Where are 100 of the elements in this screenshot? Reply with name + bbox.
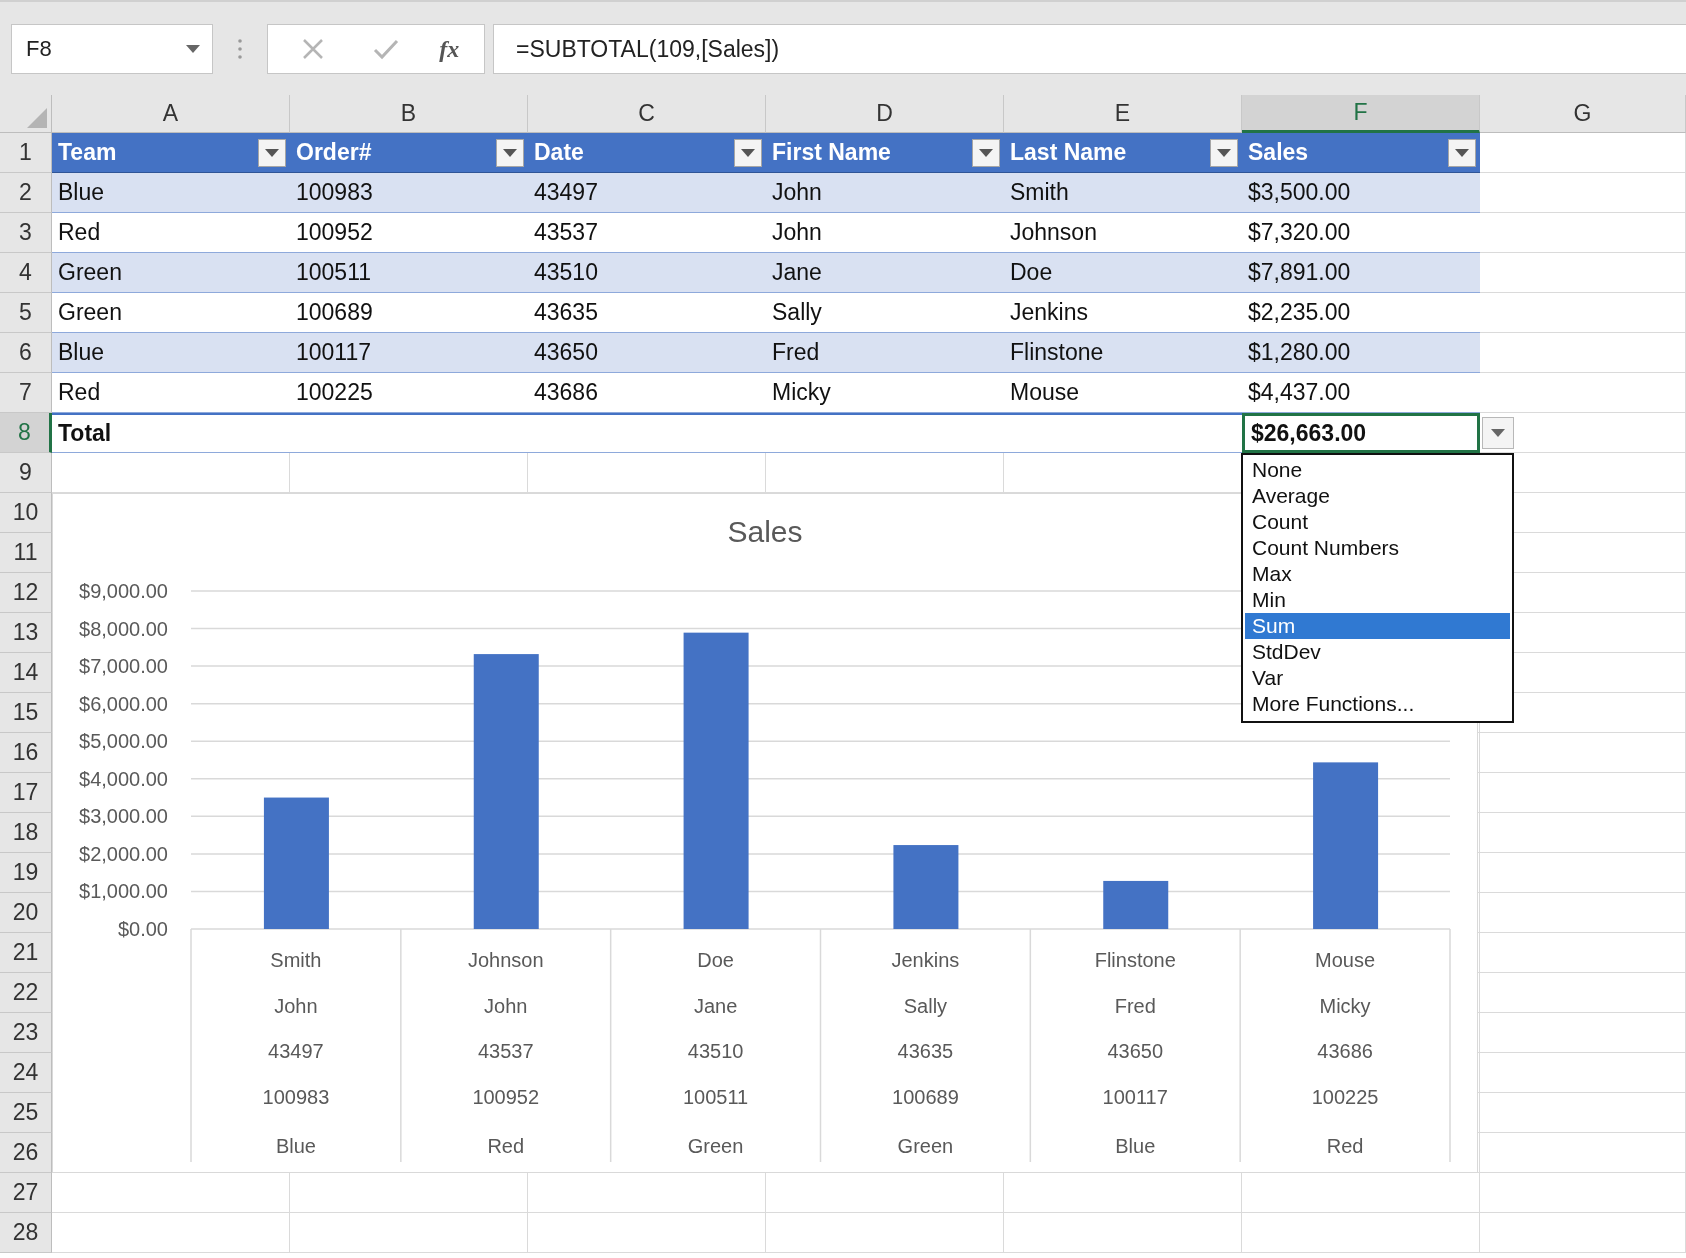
total-label: Total [58, 420, 112, 447]
column-header[interactable]: F [1242, 95, 1480, 133]
row-header[interactable]: 20 [0, 893, 52, 933]
caret-icon [741, 148, 755, 157]
axis-label: $1,000.00 [79, 880, 168, 903]
table-cell: 100689 [296, 299, 373, 326]
table-header: Last Name [1010, 139, 1127, 166]
column-header[interactable]: B [290, 95, 528, 133]
filter-button[interactable] [496, 138, 524, 167]
column-header[interactable]: A [52, 95, 290, 133]
table-cell: Green [58, 259, 122, 286]
axis-label: 100689 [892, 1086, 959, 1108]
row-header[interactable]: 9 [0, 453, 52, 493]
row-header[interactable]: 4 [0, 253, 52, 293]
dropdown-button[interactable] [1482, 417, 1514, 449]
table-cell: Micky [772, 379, 831, 406]
menu-item[interactable]: None [1245, 457, 1510, 483]
row-header[interactable]: 26 [0, 1133, 52, 1173]
menu-item[interactable]: Count [1245, 509, 1510, 535]
column-header[interactable]: E [1004, 95, 1242, 133]
row-header[interactable]: 18 [0, 813, 52, 853]
table-cell: 100225 [296, 379, 373, 406]
row-header[interactable]: 25 [0, 1093, 52, 1133]
table-cell: Smith [1010, 179, 1069, 206]
table-cell: $7,891.00 [1248, 259, 1351, 286]
axis-label: Doe [697, 949, 734, 971]
table-header: Sales [1248, 139, 1309, 166]
table-cell: 43510 [534, 259, 598, 286]
axis-label: 100117 [1102, 1086, 1168, 1108]
filter-button[interactable] [734, 138, 762, 167]
table-cell: Red [58, 379, 101, 406]
selected-cell[interactable]: $26,663.00 [1242, 413, 1480, 453]
axis-label: Green [897, 1135, 954, 1157]
row-header[interactable]: 21 [0, 933, 52, 973]
column-header[interactable]: D [766, 95, 1004, 133]
axis-label: Fred [1114, 995, 1156, 1017]
row-header[interactable]: 17 [0, 773, 52, 813]
axis-label: 43650 [1107, 1040, 1164, 1062]
filter-button[interactable] [1210, 138, 1238, 167]
table-cell: Jane [772, 259, 822, 286]
row-header[interactable]: 22 [0, 973, 52, 1013]
menu-item[interactable]: StdDev [1245, 639, 1510, 665]
axis-label: John [274, 995, 318, 1017]
row-header[interactable]: 13 [0, 613, 52, 653]
axis-label: Red [1326, 1135, 1364, 1157]
row-header[interactable]: 19 [0, 853, 52, 893]
axis-label: John [484, 995, 528, 1017]
table-cell: $7,320.00 [1248, 219, 1351, 246]
row-header[interactable]: 24 [0, 1053, 52, 1093]
column-header[interactable]: C [528, 95, 766, 133]
table-cell: $4,437.00 [1248, 379, 1351, 406]
row-header[interactable]: 1 [0, 133, 52, 173]
menu-item[interactable]: Var [1245, 665, 1510, 691]
menu-item[interactable]: Max [1245, 561, 1510, 587]
row-header[interactable]: 8 [0, 413, 52, 453]
row-header[interactable]: 10 [0, 493, 52, 533]
row-header[interactable]: 2 [0, 173, 52, 213]
row-header[interactable]: 5 [0, 293, 52, 333]
row-header[interactable]: 14 [0, 653, 52, 693]
menu-item[interactable]: Count Numbers [1245, 535, 1510, 561]
row-header[interactable]: 27 [0, 1173, 52, 1213]
table-cell: 100952 [296, 219, 373, 246]
caret-icon [1217, 148, 1231, 157]
row-header[interactable]: 7 [0, 373, 52, 413]
table-cell: 100983 [296, 179, 373, 206]
row-header[interactable]: 28 [0, 1213, 52, 1253]
table-cell: $2,235.00 [1248, 299, 1351, 326]
insert-function-button[interactable]: fx [439, 35, 460, 63]
row-header[interactable]: 23 [0, 1013, 52, 1053]
table-cell: 43686 [534, 379, 598, 406]
axis-label: Flinstone [1094, 949, 1176, 971]
bar [1103, 880, 1169, 929]
table-cell: Flinstone [1010, 339, 1104, 366]
table-cell: $3,500.00 [1248, 179, 1351, 206]
filter-button[interactable] [972, 138, 1000, 167]
axis-label: Mouse [1315, 949, 1376, 971]
axis-label: Jane [693, 995, 738, 1017]
table-header: Team [58, 139, 117, 166]
axis-label: $0.00 [117, 918, 168, 940]
axis-label: Micky [1319, 995, 1371, 1017]
name-box[interactable]: F8 [11, 24, 213, 74]
column-header[interactable]: G [1480, 95, 1686, 133]
formula-field[interactable]: =SUBTOTAL(109,[Sales]) [493, 24, 1686, 74]
axis-label: $9,000.00 [79, 580, 168, 602]
row-header[interactable]: 6 [0, 333, 52, 373]
row-header[interactable]: 15 [0, 693, 52, 733]
menu-item[interactable]: Sum [1245, 613, 1510, 639]
select-all-icon[interactable] [27, 108, 47, 128]
menu-item[interactable]: More Functions... [1245, 691, 1510, 717]
menu-item[interactable]: Average [1245, 483, 1510, 509]
row-header[interactable]: 3 [0, 213, 52, 253]
axis-label: Blue [1115, 1135, 1156, 1157]
caret-icon [1455, 148, 1469, 157]
filter-button[interactable] [258, 138, 286, 167]
drag-handle-icon[interactable] [238, 39, 242, 59]
row-header[interactable]: 12 [0, 573, 52, 613]
row-header[interactable]: 16 [0, 733, 52, 773]
menu-item[interactable]: Min [1245, 587, 1510, 613]
filter-button[interactable] [1448, 138, 1476, 167]
row-header[interactable]: 11 [0, 533, 52, 573]
